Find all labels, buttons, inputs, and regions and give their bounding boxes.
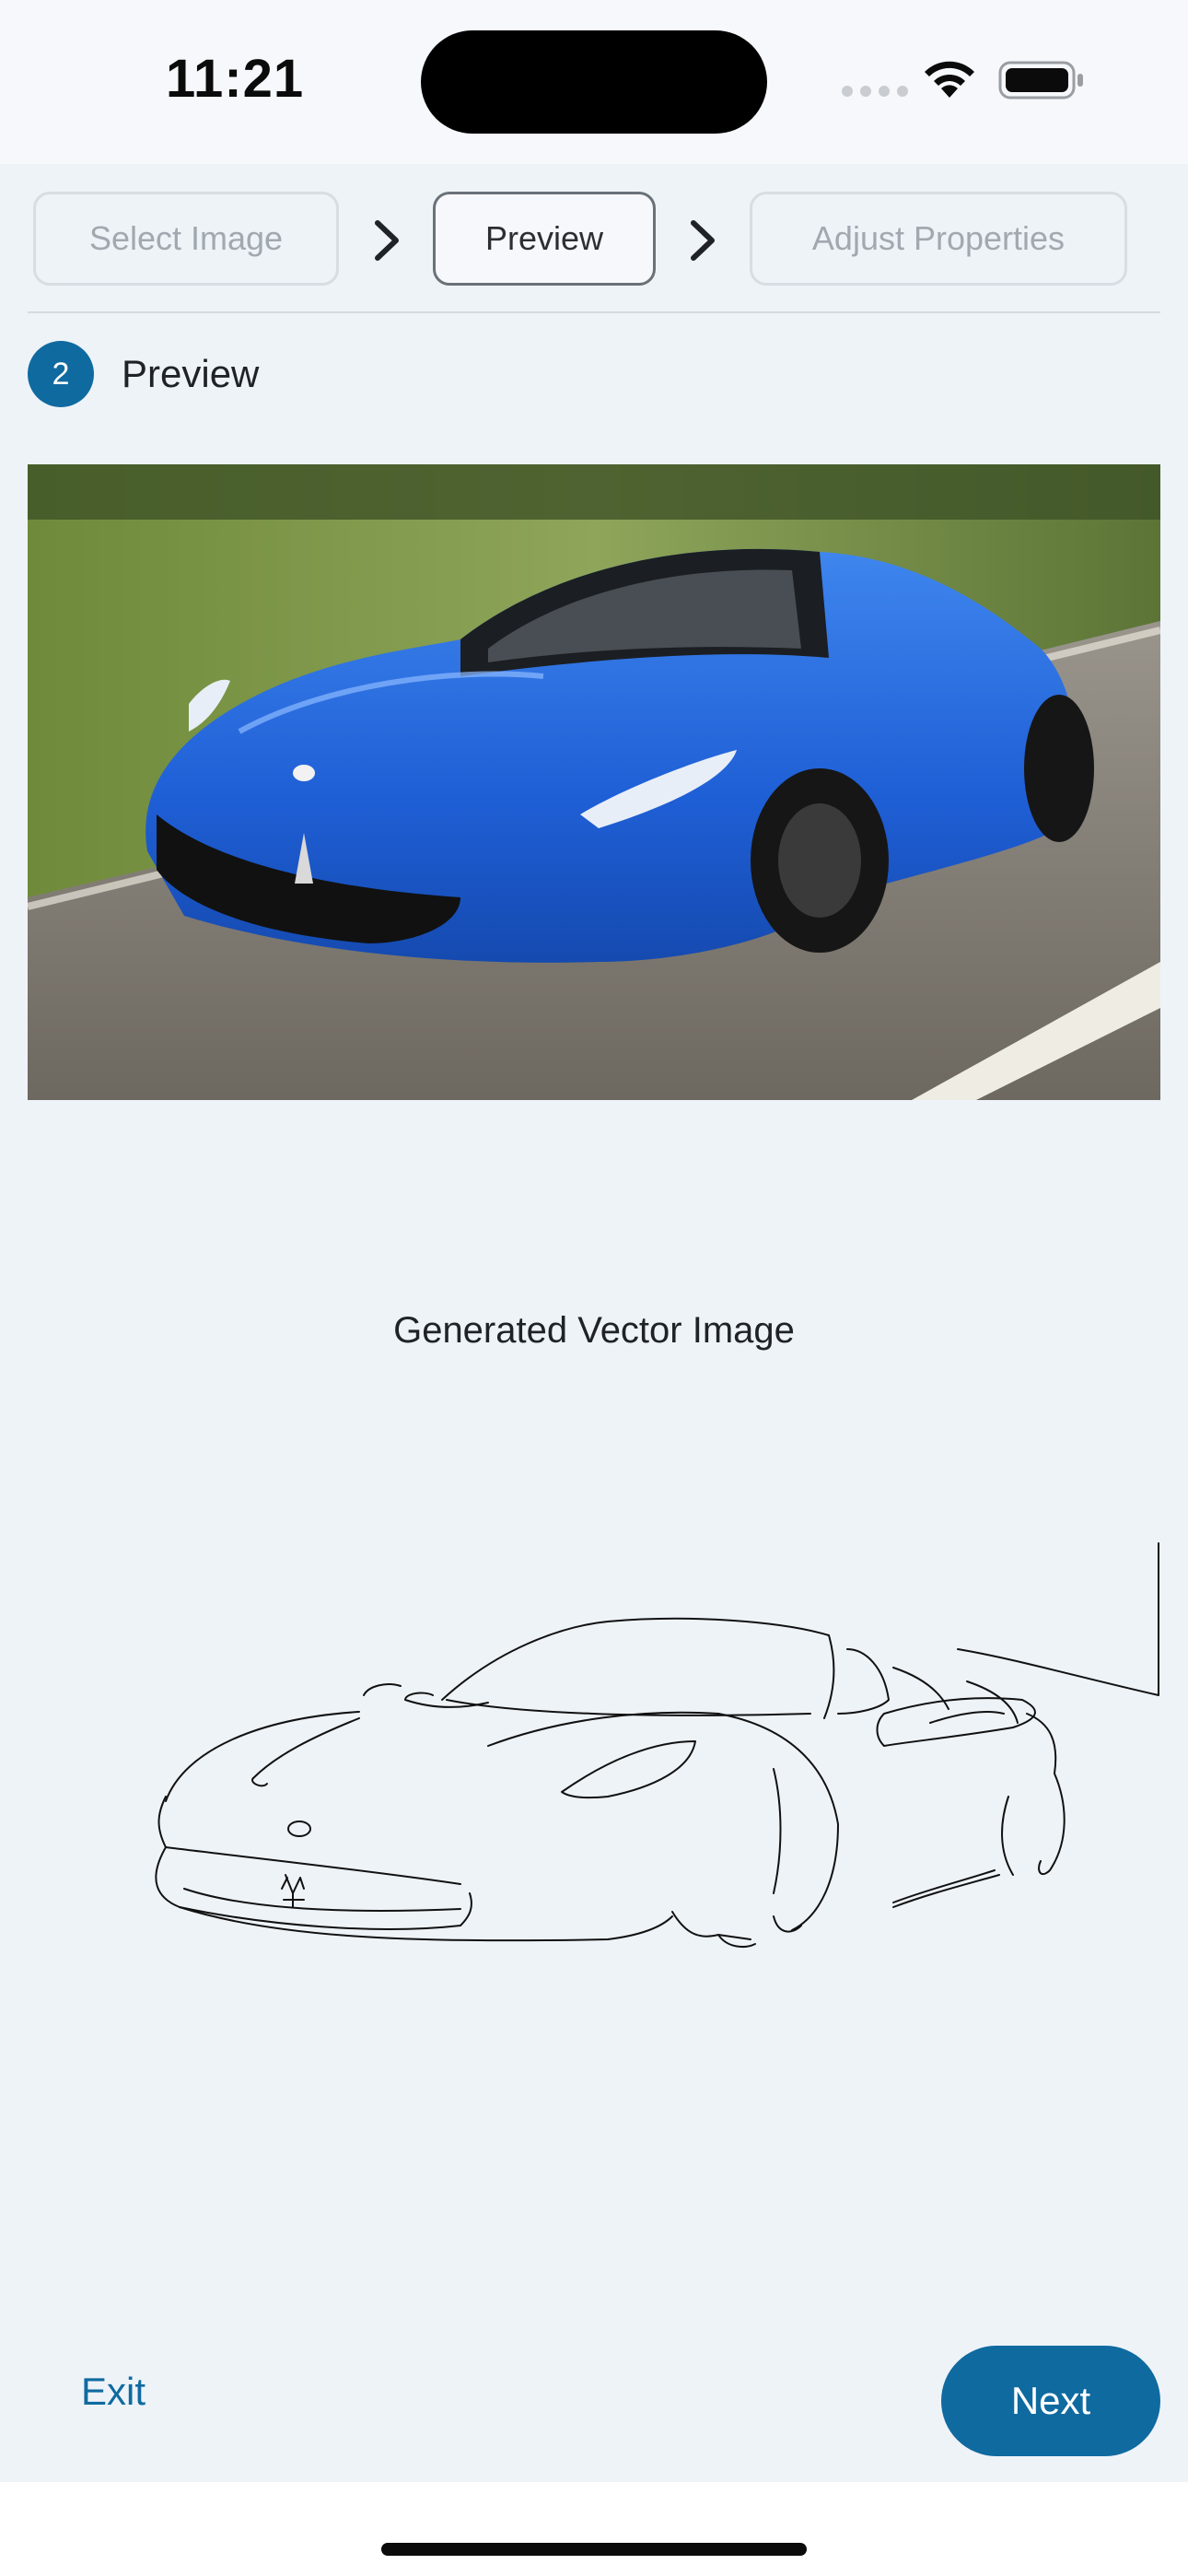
step-label: Adjust Properties [811, 219, 1066, 257]
section-header: 2 Preview [28, 341, 259, 407]
source-car-image [28, 464, 1160, 1100]
step-label: Select Image [88, 219, 284, 257]
step-label: Preview [484, 219, 604, 257]
step-number-badge: 2 [28, 341, 94, 407]
vector-caption: Generated Vector Image [393, 1310, 795, 1351]
divider [28, 311, 1160, 313]
battery-icon [998, 61, 1083, 100]
next-button[interactable]: Next [941, 2346, 1160, 2456]
chevron-right-icon [691, 220, 715, 261]
step-select-image[interactable]: Select Image [33, 192, 339, 286]
status-time: 11:21 [166, 49, 305, 109]
generated-vector-image [155, 1542, 1159, 1948]
home-indicator[interactable] [381, 2543, 807, 2556]
section-title: Preview [122, 352, 260, 395]
wifi-icon [925, 61, 974, 98]
home-bar-area [0, 2482, 1188, 2576]
stepper: Select Image Preview Adjust Properties [0, 164, 1188, 314]
screen: 11:21 Select Image Preview Adjust Proper… [0, 0, 1188, 2576]
exit-button[interactable]: Exit [81, 2370, 146, 2414]
chevron-right-icon [375, 220, 399, 261]
step-preview[interactable]: Preview [433, 192, 656, 286]
status-bar: 11:21 [0, 0, 1188, 164]
dynamic-island [421, 30, 767, 134]
step-adjust-properties[interactable]: Adjust Properties [750, 192, 1127, 286]
car-photo [28, 464, 1160, 1100]
cellular-dots-icon [842, 86, 908, 97]
